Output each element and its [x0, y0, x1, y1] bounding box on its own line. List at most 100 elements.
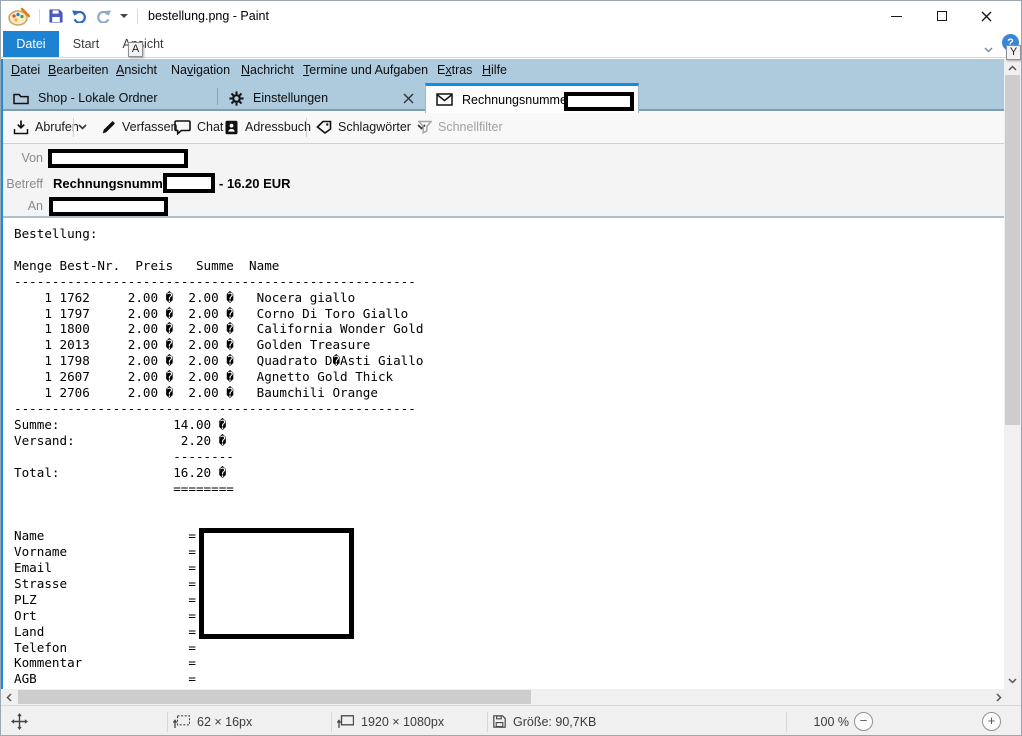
quick-access-toolbar [1, 7, 138, 26]
thunderbird-tab-bar: Shop - Lokale Ordner Einstellungen Rechn… [1, 82, 1006, 113]
chat-button[interactable]: Chat [174, 111, 223, 143]
zoom-out-button[interactable]: − [854, 712, 873, 731]
tab-einstellungen[interactable]: Einstellungen [229, 86, 419, 110]
zoom-level: 100 % [801, 706, 849, 735]
scroll-down-icon[interactable] [1008, 676, 1017, 685]
tab-label: Rechnungsnummer: [462, 92, 575, 107]
pencil-icon [102, 120, 115, 133]
minimize-icon [891, 15, 902, 17]
ribbon-collapse-chevron-icon[interactable] [984, 40, 993, 53]
redo-icon[interactable] [96, 10, 111, 23]
zoom-in-button[interactable]: + [982, 712, 1001, 731]
abrufen-button[interactable]: Abrufen [13, 111, 79, 143]
selection-size-indicator: 62 × 16px [173, 706, 253, 735]
betreff-suffix: - 16.20 EUR [219, 176, 291, 191]
scrollbar-corner [1004, 689, 1021, 705]
zoom-level-text: 100 % [813, 714, 849, 729]
thunderbird-toolbar: Abrufen Verfassen Chat Adressbuch Schlag… [1, 111, 1006, 144]
titlebar-separator [39, 8, 40, 24]
vertical-scrollbar-thumb[interactable] [1005, 75, 1020, 425]
tab-shop-lokale-ordner[interactable]: Shop - Lokale Ordner [13, 86, 213, 110]
status-bar: 62 × 16px 1920 × 1080px Größe: 90,7KB 10… [1, 705, 1021, 735]
undo-icon[interactable] [72, 10, 87, 23]
tab-close-icon[interactable] [403, 93, 414, 104]
menu-item-navigation[interactable]: Navigation [171, 59, 230, 82]
get-mail-icon [13, 120, 29, 134]
abrufen-dropdown-chevron-icon[interactable] [78, 111, 87, 143]
statusbar-separator [331, 712, 332, 732]
vertical-scrollbar[interactable] [1004, 59, 1021, 689]
schnellfilter-button[interactable]: Schnellfilter [418, 111, 503, 143]
schlagwoerter-button[interactable]: Schlagwörter [316, 111, 426, 143]
title-bar: bestellung.png - Paint [1, 1, 1021, 31]
move-cursor-icon [11, 713, 28, 730]
redaction-box-an [49, 197, 168, 216]
statusbar-separator [167, 712, 168, 732]
menu-item-extras[interactable]: Extras [437, 59, 472, 82]
menu-item-bearbeiten[interactable]: Bearbeiten [48, 59, 108, 82]
ribbon-tab-row: Datei Start Ansicht A ? Y [1, 31, 1021, 60]
verfassen-button[interactable]: Verfassen [101, 111, 178, 143]
schnellfilter-label: Schnellfilter [438, 120, 503, 134]
save-icon[interactable] [49, 9, 63, 23]
chat-label: Chat [197, 120, 224, 134]
ribbon-tab-start[interactable]: Start [61, 31, 111, 57]
adressbuch-button[interactable]: Adressbuch [224, 111, 311, 143]
von-label: Von [21, 151, 43, 165]
betreff-label: Betreff [6, 177, 43, 191]
redaction-box-betreff [163, 173, 215, 193]
image-size-text: 1920 × 1080px [361, 714, 445, 729]
menubar: Datei Bearbeiten Ansicht Navigation Nachrich… [1, 59, 1006, 82]
gear-icon [229, 90, 244, 106]
window-controls [874, 1, 1009, 31]
customize-toolbar-chevron-icon[interactable] [120, 14, 128, 18]
tab-rechnungsnummer[interactable]: Rechnungsnummer: [425, 83, 639, 113]
folder-icon [13, 93, 29, 104]
horizontal-scrollbar-thumb[interactable] [18, 690, 531, 704]
tab-label: Shop - Lokale Ordner [38, 91, 158, 105]
statusbar-separator [487, 712, 488, 732]
selection-size-icon [173, 714, 190, 728]
paint-window: bestellung.png - Paint Datei Start Ansic… [0, 0, 1022, 736]
scroll-right-icon[interactable] [994, 693, 1003, 702]
titlebar-separator [137, 8, 138, 24]
disk-icon [493, 715, 506, 728]
tag-icon [316, 120, 332, 134]
keytip-ansicht: A [128, 42, 143, 57]
image-size-icon [337, 714, 354, 728]
menu-item-nachricht[interactable]: Nachricht [241, 59, 294, 82]
menu-item-hilfe[interactable]: Hilfe [482, 59, 507, 82]
ribbon-tab-ansicht[interactable]: Ansicht [113, 31, 173, 57]
maximize-icon [936, 11, 947, 21]
abrufen-split-separator [73, 118, 74, 137]
tab-label: Einstellungen [253, 91, 329, 105]
scroll-left-icon[interactable] [4, 693, 13, 702]
minimize-button[interactable] [874, 1, 919, 31]
betreff-prefix: Rechnungsnummer: [53, 176, 180, 191]
horizontal-scrollbar[interactable] [1, 689, 1006, 705]
scroll-up-icon[interactable] [1008, 63, 1017, 72]
verfassen-label: Verfassen [122, 120, 178, 134]
cursor-position-indicator [11, 706, 28, 735]
address-book-icon [225, 120, 238, 134]
menu-item-ansicht[interactable]: Ansicht [116, 59, 157, 82]
file-size-text: Größe: 90,7KB [513, 714, 597, 729]
paint-app-icon [8, 7, 30, 26]
window-title: bestellung.png - Paint [148, 9, 269, 23]
paint-canvas[interactable]: Datei Bearbeiten Ansicht Navigation Nachrich… [1, 59, 1006, 689]
selection-size-text: 62 × 16px [197, 714, 253, 729]
maximize-button[interactable] [919, 1, 964, 31]
menu-item-datei[interactable]: Datei [11, 59, 40, 82]
redaction-box-tab-subject [564, 92, 634, 111]
image-size-indicator: 1920 × 1080px [337, 706, 445, 735]
adressbuch-label: Adressbuch [245, 120, 312, 134]
redaction-box-von [48, 149, 188, 168]
tab-separator [217, 88, 218, 105]
funnel-icon [418, 120, 432, 134]
keytip-help: Y [1006, 45, 1021, 60]
envelope-icon [436, 93, 453, 106]
thunderbird-window-border [1, 59, 3, 689]
ribbon-tab-datei[interactable]: Datei [3, 31, 59, 57]
menu-item-termine-und-aufgaben[interactable]: Termine und Aufgaben [303, 59, 428, 82]
close-button[interactable] [964, 1, 1009, 31]
